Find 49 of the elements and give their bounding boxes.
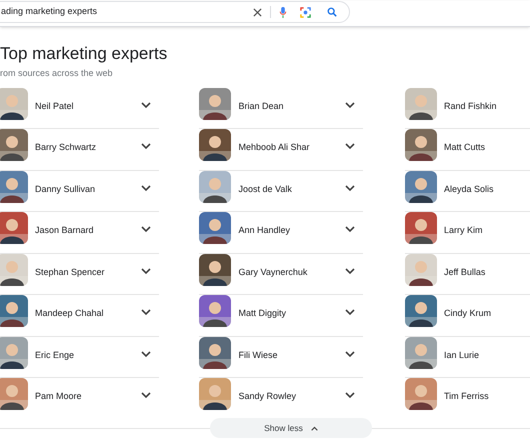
chevron-down-icon[interactable] [344,184,355,192]
person-item[interactable]: Brian Dean [199,88,363,130]
person-item[interactable]: Matt Cutts [404,129,530,171]
person-item[interactable]: Mehboob Ali Shar [199,129,363,171]
person-item[interactable]: Rand Fishkin [404,88,530,130]
section-subtitle: rom sources across the web [0,67,114,80]
chevron-down-icon[interactable] [141,102,152,109]
show-less-button[interactable]: Show less [210,418,372,438]
chevron-down-icon[interactable] [141,309,152,316]
person-item[interactable]: Aleyda Solis [404,170,530,212]
person-item[interactable]: Ian Lurie [404,336,530,378]
chevron-down-icon[interactable] [344,350,355,358]
person-item[interactable]: Eric Enge [0,336,160,378]
person-item[interactable]: Fili Wiese [199,336,363,378]
person-item[interactable]: Danny Sullivan [0,170,160,212]
chevron-down-icon[interactable] [141,268,152,275]
chevron-down-icon[interactable] [344,102,355,109]
person-item[interactable]: Mandeep Chahal [0,295,160,337]
person-item[interactable]: Matt Diggity [199,295,363,337]
chevron-down-icon[interactable] [141,184,152,192]
section-title: Top marketing experts [0,43,168,64]
chevron-down-icon[interactable] [344,268,355,275]
person-item[interactable]: Pam Moore [0,378,160,420]
microphone-icon[interactable] [279,6,287,18]
person-item[interactable]: Ann Handley [199,212,363,254]
search-field[interactable]: ading marketing experts [0,1,350,23]
person-item[interactable]: Barry Schwartz [0,129,160,171]
person-item[interactable]: Joost de Valk [199,170,363,212]
person-item[interactable]: Stephan Spencer [0,254,160,296]
camera-icon[interactable] [300,6,311,18]
chevron-down-icon[interactable] [344,392,355,400]
chevron-down-icon[interactable] [344,226,355,234]
search-icon[interactable] [327,7,337,17]
chevron-down-icon[interactable] [141,350,152,358]
chevron-down-icon[interactable] [141,392,152,400]
person-item[interactable]: Cindy Krum [404,295,530,337]
person-item[interactable]: Jeff Bullas [404,254,530,296]
person-item[interactable]: Larry Kim [404,212,530,254]
person-item[interactable]: Jason Barnard [0,212,160,254]
chevron-down-icon[interactable] [344,143,355,150]
chevron-down-icon[interactable] [141,226,152,234]
person-item[interactable]: Neil Patel [0,88,160,130]
person-item[interactable]: Sandy Rowley [199,378,363,420]
person-item[interactable]: Gary Vaynerchuk [199,254,363,296]
chevron-down-icon[interactable] [141,143,152,150]
close-icon[interactable] [253,8,262,16]
chevron-down-icon[interactable] [344,309,355,316]
person-item[interactable]: Tim Ferriss [404,378,530,420]
chevron-up-icon [310,426,318,431]
